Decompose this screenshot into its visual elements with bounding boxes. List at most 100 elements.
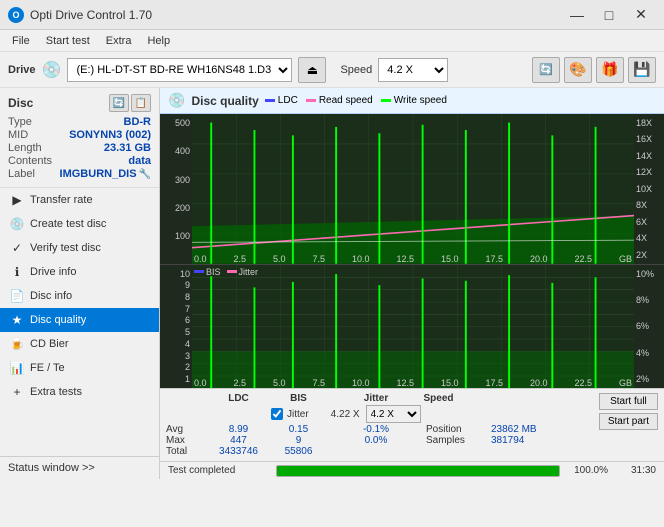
sidebar-item-drive-info[interactable]: ℹ Drive info xyxy=(0,260,159,284)
stats-main-row: LDC BIS Jitter Speed Jitter 4.22 X 4.2 X xyxy=(166,393,658,457)
start-part-button[interactable]: Start part xyxy=(599,413,658,430)
sidebar-item-transfer-rate[interactable]: ▶ Transfer rate xyxy=(0,188,159,212)
chart-legend: LDC Read speed Write speed xyxy=(265,95,447,106)
verify-test-disc-icon: ✓ xyxy=(10,241,24,255)
minimize-button[interactable]: — xyxy=(562,1,592,29)
max-samples-val: 381794 xyxy=(491,435,551,446)
sidebar-item-disc-info[interactable]: 📄 Disc info xyxy=(0,284,159,308)
disc-length-value: 23.31 GB xyxy=(104,142,151,154)
save-icon[interactable]: 💾 xyxy=(628,57,656,83)
menu-extra[interactable]: Extra xyxy=(98,33,140,49)
avg-bis: 0.15 xyxy=(271,424,326,435)
write-speed-legend-color xyxy=(381,99,391,102)
status-window-button[interactable]: Status window >> xyxy=(0,456,159,479)
disc-type-row: Type BD-R xyxy=(8,116,151,128)
sidebar-item-label: Disc info xyxy=(30,290,72,302)
bis-legend-color xyxy=(194,270,204,273)
disc-length-label: Length xyxy=(8,142,42,154)
write-speed-legend-label: Write speed xyxy=(394,95,447,106)
disc-info-icon[interactable]: 📋 xyxy=(131,94,151,112)
progress-bar-container xyxy=(276,465,560,477)
bottom-chart-y-right: 10% 8% 6% 4% 2% xyxy=(634,265,664,388)
max-label: Max xyxy=(166,435,206,446)
max-bis: 9 xyxy=(271,435,326,446)
legend-ldc: LDC xyxy=(265,95,298,106)
disc-label-edit-icon[interactable]: 🔧 xyxy=(139,169,151,180)
max-jitter: 0.0% xyxy=(326,435,426,446)
disc-type-label: Type xyxy=(8,116,32,128)
avg-row: Avg 8.99 0.15 -0.1% Position 23862 MB xyxy=(166,424,595,435)
read-speed-legend-label: Read speed xyxy=(319,95,373,106)
sidebar-item-label: CD Bier xyxy=(30,338,69,350)
ldc-col-header: LDC xyxy=(206,393,271,404)
start-full-button[interactable]: Start full xyxy=(599,393,658,410)
disc-quality-title: Disc quality xyxy=(191,94,258,108)
drive-icon-small: 💿 xyxy=(42,60,62,80)
bis-legend: BIS xyxy=(194,267,221,277)
menu-start-test[interactable]: Start test xyxy=(38,33,98,49)
total-label: Total xyxy=(166,446,206,457)
window-controls: — □ ✕ xyxy=(562,1,656,29)
bottom-chart-svg-container: BIS Jitter xyxy=(192,265,634,388)
stats-area: LDC BIS Jitter Speed Jitter 4.22 X 4.2 X xyxy=(160,388,664,461)
close-button[interactable]: ✕ xyxy=(626,1,656,29)
total-bis: 55806 xyxy=(271,446,326,457)
speed-select[interactable]: 4.2 X xyxy=(378,58,448,82)
refresh-icon[interactable]: 🔄 xyxy=(532,57,560,83)
fe-te-icon: 📊 xyxy=(10,361,24,375)
avg-position-val: 23862 MB xyxy=(491,424,551,435)
drive-bar: Drive 💿 (E:) HL-DT-ST BD-RE WH16NS48 1.D… xyxy=(0,52,664,88)
avg-position-label: Position xyxy=(426,424,491,435)
sidebar-item-extra-tests[interactable]: + Extra tests xyxy=(0,380,159,404)
bottom-chart: 10 9 8 7 6 5 4 3 2 1 xyxy=(160,265,664,388)
disc-quality-icon: ★ xyxy=(10,313,24,327)
jitter-checkbox-row: Jitter 4.22 X 4.2 X xyxy=(166,405,595,423)
disc-mid-label: MID xyxy=(8,129,28,141)
charts-area: 500 400 300 200 100 xyxy=(160,114,664,388)
disc-info-section: Disc 🔄 📋 Type BD-R MID SONYNN3 (002) Len… xyxy=(0,88,159,188)
disc-contents-label: Contents xyxy=(8,155,52,167)
main-layout: Disc 🔄 📋 Type BD-R MID SONYNN3 (002) Len… xyxy=(0,88,664,479)
progress-status-text: Test completed xyxy=(168,465,268,476)
drive-select[interactable]: (E:) HL-DT-ST BD-RE WH16NS48 1.D3 xyxy=(67,58,292,82)
sidebar-item-label: Disc quality xyxy=(30,314,86,326)
bottom-chart-x-labels: 0.02.55.07.510.012.515.017.520.022.5GB xyxy=(192,378,634,388)
max-row: Max 447 9 0.0% Samples 381794 xyxy=(166,435,595,446)
disc-quality-header-icon: 💿 xyxy=(168,92,185,109)
maximize-button[interactable]: □ xyxy=(594,1,624,29)
menu-help[interactable]: Help xyxy=(139,33,178,49)
app-icon: O xyxy=(8,7,24,23)
sidebar-item-disc-quality[interactable]: ★ Disc quality xyxy=(0,308,159,332)
gift-icon[interactable]: 🎁 xyxy=(596,57,624,83)
nav-items: ▶ Transfer rate 💿 Create test disc ✓ Ver… xyxy=(0,188,159,456)
sidebar-item-verify-test-disc[interactable]: ✓ Verify test disc xyxy=(0,236,159,260)
max-samples-label: Samples xyxy=(426,435,491,446)
disc-refresh-icon[interactable]: 🔄 xyxy=(109,94,129,112)
sidebar: Disc 🔄 📋 Type BD-R MID SONYNN3 (002) Len… xyxy=(0,88,160,479)
progress-time: 31:30 xyxy=(616,465,656,476)
sidebar-item-create-test-disc[interactable]: 💿 Create test disc xyxy=(0,212,159,236)
app-title: Opti Drive Control 1.70 xyxy=(30,8,562,22)
total-row: Total 3433746 55806 xyxy=(166,446,595,457)
palette-icon[interactable]: 🎨 xyxy=(564,57,592,83)
menu-file[interactable]: File xyxy=(4,33,38,49)
disc-type-value: BD-R xyxy=(124,116,152,128)
speed-label: Speed xyxy=(340,64,372,76)
eject-button[interactable]: ⏏ xyxy=(298,57,326,83)
bis-col-header: BIS xyxy=(271,393,326,404)
speed-val-select[interactable]: 4.2 X xyxy=(366,405,421,423)
sidebar-item-cd-bier[interactable]: 🍺 CD Bier xyxy=(0,332,159,356)
sidebar-item-fe-te[interactable]: 📊 FE / Te xyxy=(0,356,159,380)
bottom-chart-y-left: 10 9 8 7 6 5 4 3 2 1 xyxy=(160,265,192,388)
ldc-legend-label: LDC xyxy=(278,95,298,106)
total-ldc: 3433746 xyxy=(206,446,271,457)
bottom-chart-legend: BIS Jitter xyxy=(194,267,258,277)
disc-quality-header: 💿 Disc quality LDC Read speed Write spee… xyxy=(160,88,664,114)
jitter-checkbox[interactable] xyxy=(271,408,283,420)
disc-contents-row: Contents data xyxy=(8,155,151,167)
top-chart-x-labels: 0.02.55.07.510.012.515.017.520.022.5GB xyxy=(192,254,634,264)
cd-bier-icon: 🍺 xyxy=(10,337,24,351)
drive-label: Drive xyxy=(8,64,36,76)
ldc-legend-color xyxy=(265,99,275,102)
sidebar-item-label: Verify test disc xyxy=(30,242,101,254)
